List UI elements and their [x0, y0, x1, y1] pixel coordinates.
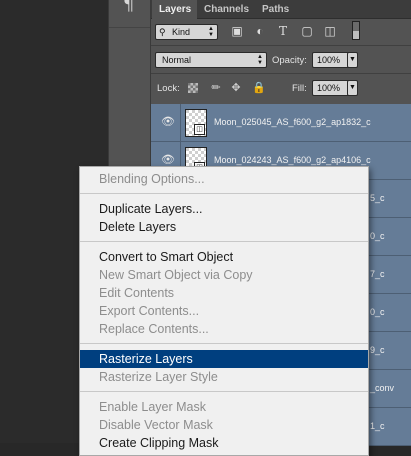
menu-item-create-clipping-mask[interactable]: Create Clipping Mask: [80, 434, 368, 452]
type-filter-icon[interactable]: T: [276, 24, 290, 39]
blend-mode-value: Normal: [162, 55, 192, 65]
visibility-eye-icon[interactable]: 👁: [161, 116, 175, 128]
menu-item-export-contents[interactable]: Export Contents...: [80, 302, 368, 320]
menu-item-convert-to-smart-object[interactable]: Convert to Smart Object: [80, 248, 368, 266]
layer-name-fragment: 9_c: [370, 345, 385, 355]
menu-item-duplicate-layers[interactable]: Duplicate Layers...: [80, 200, 368, 218]
tab-channels[interactable]: Channels: [197, 0, 259, 19]
visibility-eye-icon[interactable]: 👁: [161, 154, 175, 166]
panel-divider: [151, 45, 411, 46]
layer-name-fragment: 0_c: [370, 231, 385, 241]
search-icon: ⚲: [159, 27, 166, 37]
dock-divider: [109, 27, 150, 28]
menu-item-rasterize-layers[interactable]: Rasterize Layers: [80, 350, 368, 368]
smart-object-filter-icon[interactable]: ◫: [323, 24, 337, 39]
menu-separator: [80, 343, 368, 344]
pixel-filter-icon[interactable]: ▣: [230, 24, 244, 39]
layer-name-fragment: 5_c: [370, 193, 385, 203]
chevron-updown-icon: ▲ ▼: [208, 26, 214, 38]
menu-item-edit-contents[interactable]: Edit Contents: [80, 284, 368, 302]
layer-name-fragment: 7_c: [370, 269, 385, 279]
row-divider: [180, 104, 181, 141]
menu-item-delete-layers[interactable]: Delete Layers: [80, 218, 368, 236]
menu-item-disable-vector-mask[interactable]: Disable Vector Mask: [80, 416, 368, 434]
lock-position-icon[interactable]: ✥: [230, 81, 242, 95]
adjustment-filter-icon[interactable]: ◐: [253, 24, 267, 39]
blend-mode-select[interactable]: Normal ▲ ▼: [155, 52, 267, 68]
filter-kind-select[interactable]: ⚲ Kind ▲ ▼: [155, 24, 218, 40]
filter-kind-label: Kind: [172, 27, 191, 37]
opacity-value: 100%: [317, 55, 341, 65]
tab-layers[interactable]: Layers: [152, 0, 197, 19]
lock-label: Lock:: [157, 83, 180, 94]
fill-dropdown-button[interactable]: ▼: [347, 80, 358, 96]
menu-separator: [80, 193, 368, 194]
menu-separator: [80, 391, 368, 392]
panel-tab-bar: Layers Channels Paths: [151, 0, 411, 19]
menu-item-replace-contents[interactable]: Replace Contents...: [80, 320, 368, 338]
layer-name-fragment: 0_c: [370, 307, 385, 317]
panel-divider: [151, 73, 411, 74]
menu-item-rasterize-layer-style[interactable]: Rasterize Layer Style: [80, 368, 368, 386]
menu-item-enable-layer-mask[interactable]: Enable Layer Mask: [80, 398, 368, 416]
filter-toggle-switch[interactable]: [352, 21, 360, 40]
opacity-dropdown-button[interactable]: ▼: [347, 52, 358, 68]
tab-paths[interactable]: Paths: [255, 0, 295, 19]
layer-name: Moon_025045_AS_f600_g2_ap1832_c: [214, 117, 371, 127]
smart-object-badge-icon: ◫: [194, 124, 205, 135]
menu-item-new-smart-object-via-copy[interactable]: New Smart Object via Copy: [80, 266, 368, 284]
menu-separator: [80, 241, 368, 242]
lock-all-icon[interactable]: 🔒: [252, 81, 266, 95]
layer-name-fragment: _conv: [370, 383, 395, 393]
layer-context-menu: Blending Options... Duplicate Layers... …: [79, 166, 369, 456]
lock-image-pixels-icon[interactable]: ✏: [210, 81, 222, 95]
chevron-updown-icon: ▲ ▼: [257, 54, 263, 66]
fill-value: 100%: [317, 83, 341, 93]
shape-filter-icon[interactable]: ▢: [300, 24, 314, 39]
layer-name-fragment: 1_c: [370, 421, 385, 431]
paragraph-icon[interactable]: ¶: [123, 0, 134, 15]
layer-row[interactable]: 👁 ◫ Moon_025045_AS_f600_g2_ap1832_c: [151, 104, 411, 142]
menu-item-blending-options[interactable]: Blending Options...: [80, 170, 368, 188]
opacity-label: Opacity:: [272, 55, 307, 66]
fill-label: Fill:: [292, 83, 307, 94]
lock-transparent-pixels-icon[interactable]: [188, 83, 198, 93]
